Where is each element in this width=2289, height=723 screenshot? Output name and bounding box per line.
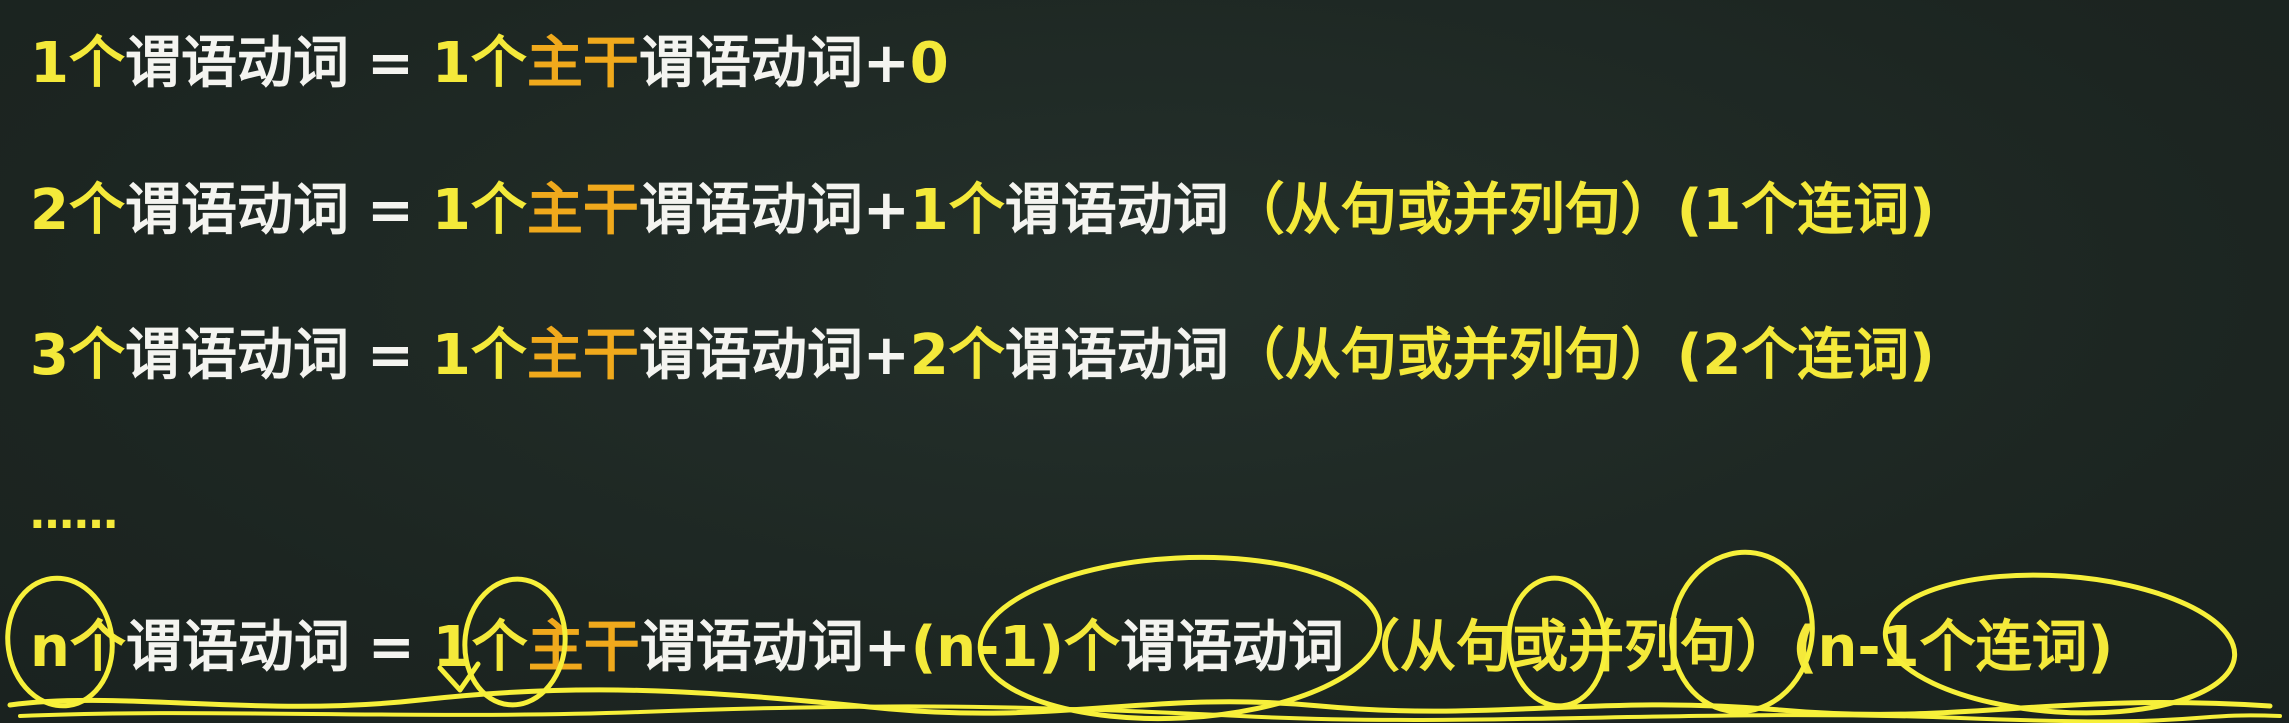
- tail-value: 0: [909, 31, 949, 96]
- count-unit: 个: [68, 31, 125, 96]
- count-unit: 个: [68, 323, 125, 388]
- tail-count: 2个: [909, 323, 1005, 388]
- plus-sign: +: [862, 31, 910, 96]
- count-number: 1: [30, 31, 69, 96]
- main-count: 1个: [431, 323, 527, 388]
- main-core-label: 主干: [527, 615, 640, 680]
- main-core-label: 主干: [526, 323, 639, 388]
- main-term-text: 谓语动词: [639, 615, 864, 680]
- equals-sign: =: [366, 323, 414, 388]
- formula-row-3: 3个谓语动词 = 1个主干谓语动词+2个谓语动词（从句或并列句）(2个连词): [30, 320, 1935, 392]
- tail-count: (n-1)个: [910, 615, 1120, 680]
- conjunction-note: (n-1个连词): [1791, 615, 2114, 680]
- clause-note: （从句或并列句）: [1343, 615, 1792, 680]
- count-number: 2: [30, 178, 69, 243]
- main-term-text: 谓语动词: [638, 31, 863, 96]
- count-unit: 个: [69, 615, 126, 680]
- main-term-text: 谓语动词: [638, 323, 863, 388]
- clause-note: （从句或并列句）: [1228, 323, 1677, 388]
- count-unit: 个: [68, 178, 125, 243]
- plus-sign: +: [863, 615, 911, 680]
- term-text: 谓语动词: [124, 323, 349, 388]
- formula-row-1: 1个谓语动词 = 1个主干谓语动词+0: [30, 28, 949, 100]
- annotation-underline: [7, 687, 2273, 717]
- term-text: 谓语动词: [124, 178, 349, 243]
- equals-sign: =: [366, 31, 414, 96]
- tail-term-text: 谓语动词: [1119, 615, 1344, 680]
- plus-sign: +: [862, 323, 910, 388]
- main-core-label: 主干: [526, 31, 639, 96]
- slide: 1个谓语动词 = 1个主干谓语动词+0 2个谓语动词 = 1个主干谓语动词+1个谓语动词…: [0, 0, 2289, 723]
- tail-term-text: 谓语动词: [1004, 323, 1229, 388]
- main-count: 1个: [432, 615, 528, 680]
- conjunction-note: (2个连词): [1676, 323, 1935, 388]
- ellipsis: ……: [30, 488, 118, 539]
- equals-sign: =: [366, 178, 414, 243]
- main-count: 1个: [431, 178, 527, 243]
- plus-sign: +: [862, 178, 910, 243]
- conjunction-note: (1个连词): [1676, 178, 1935, 243]
- main-core-label: 主干: [526, 178, 639, 243]
- main-count: 1个: [431, 31, 527, 96]
- formula-row-2: 2个谓语动词 = 1个主干谓语动词+1个谓语动词（从句或并列句）(1个连词): [30, 175, 1935, 247]
- count-number: n: [30, 615, 70, 680]
- equals-sign: =: [367, 615, 415, 680]
- tail-count: 1个: [909, 178, 1005, 243]
- count-number: 3: [30, 323, 69, 388]
- annotation-underline-2: [18, 704, 2282, 723]
- formula-row-n: n个谓语动词 = 1个主干谓语动词+(n-1)个谓语动词（从句或并列句）(n-1个连…: [30, 612, 2113, 684]
- tail-term-text: 谓语动词: [1004, 178, 1229, 243]
- clause-note: （从句或并列句）: [1228, 178, 1677, 243]
- main-term-text: 谓语动词: [638, 178, 863, 243]
- term-text: 谓语动词: [125, 615, 350, 680]
- term-text: 谓语动词: [124, 31, 349, 96]
